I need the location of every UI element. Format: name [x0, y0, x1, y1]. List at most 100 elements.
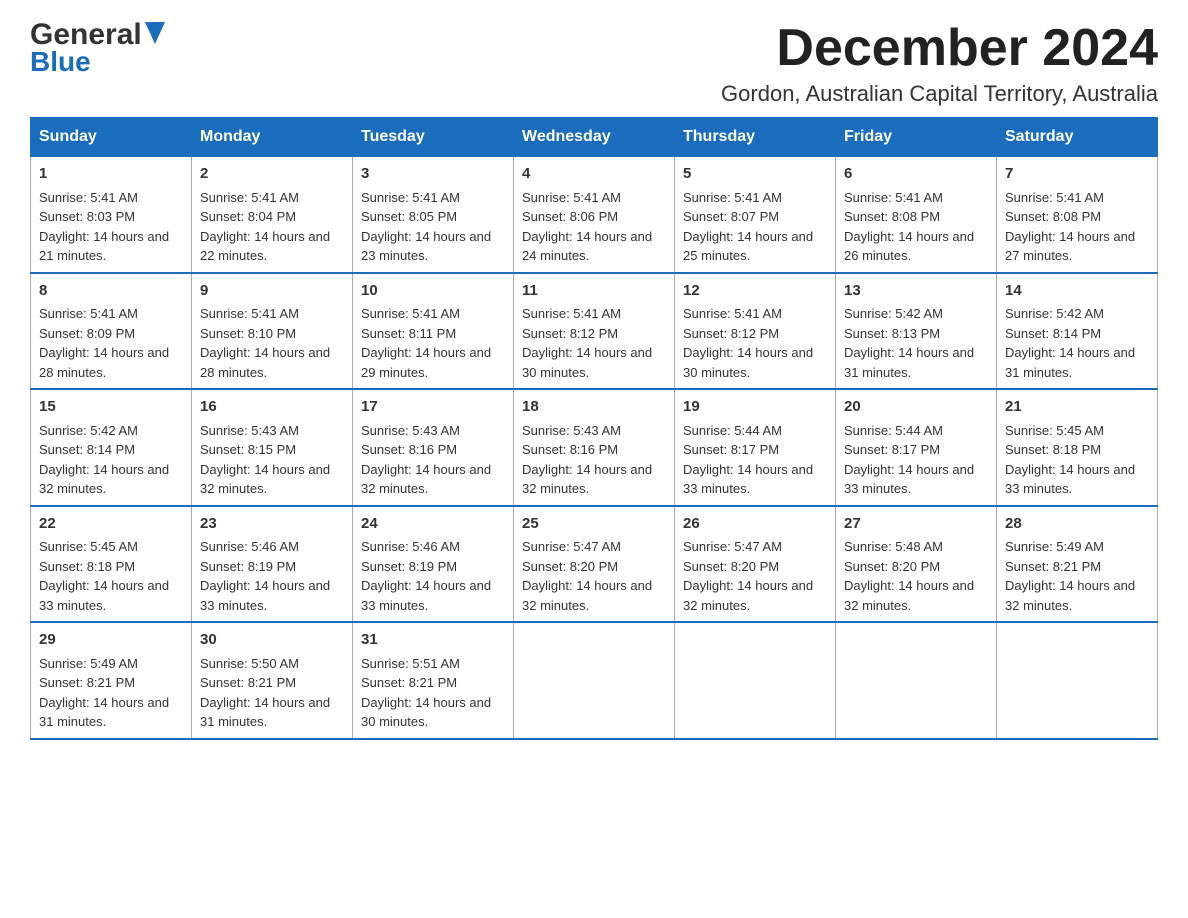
calendar-cell: 5Sunrise: 5:41 AMSunset: 8:07 PMDaylight… — [675, 157, 836, 273]
daylight-text: Daylight: 14 hours and 31 minutes. — [200, 695, 330, 730]
calendar-cell: 24Sunrise: 5:46 AMSunset: 8:19 PMDayligh… — [353, 506, 514, 623]
sunrise-text: Sunrise: 5:41 AM — [683, 306, 782, 321]
daylight-text: Daylight: 14 hours and 26 minutes. — [844, 229, 974, 264]
calendar-cell: 2Sunrise: 5:41 AMSunset: 8:04 PMDaylight… — [192, 157, 353, 273]
day-number: 30 — [200, 629, 344, 652]
sunset-text: Sunset: 8:05 PM — [361, 209, 457, 224]
daylight-text: Daylight: 14 hours and 30 minutes. — [361, 695, 491, 730]
sunrise-text: Sunrise: 5:42 AM — [39, 423, 138, 438]
calendar-week-2: 8Sunrise: 5:41 AMSunset: 8:09 PMDaylight… — [31, 273, 1158, 390]
daylight-text: Daylight: 14 hours and 32 minutes. — [1005, 578, 1135, 613]
sunset-text: Sunset: 8:21 PM — [1005, 559, 1101, 574]
daylight-text: Daylight: 14 hours and 33 minutes. — [39, 578, 169, 613]
sunset-text: Sunset: 8:17 PM — [844, 442, 940, 457]
sunrise-text: Sunrise: 5:41 AM — [683, 190, 782, 205]
sunrise-text: Sunrise: 5:41 AM — [39, 306, 138, 321]
day-number: 10 — [361, 280, 505, 303]
day-number: 13 — [844, 280, 988, 303]
day-number: 28 — [1005, 513, 1149, 536]
sunset-text: Sunset: 8:16 PM — [361, 442, 457, 457]
day-number: 23 — [200, 513, 344, 536]
sunset-text: Sunset: 8:14 PM — [1005, 326, 1101, 341]
calendar-cell: 27Sunrise: 5:48 AMSunset: 8:20 PMDayligh… — [836, 506, 997, 623]
weekday-header-sunday: Sunday — [31, 118, 192, 157]
day-number: 22 — [39, 513, 183, 536]
sunrise-text: Sunrise: 5:43 AM — [200, 423, 299, 438]
sunrise-text: Sunrise: 5:42 AM — [844, 306, 943, 321]
sunset-text: Sunset: 8:12 PM — [683, 326, 779, 341]
sunrise-text: Sunrise: 5:41 AM — [361, 306, 460, 321]
day-number: 24 — [361, 513, 505, 536]
day-number: 27 — [844, 513, 988, 536]
daylight-text: Daylight: 14 hours and 25 minutes. — [683, 229, 813, 264]
sunset-text: Sunset: 8:04 PM — [200, 209, 296, 224]
calendar-cell: 14Sunrise: 5:42 AMSunset: 8:14 PMDayligh… — [997, 273, 1158, 390]
sunset-text: Sunset: 8:15 PM — [200, 442, 296, 457]
daylight-text: Daylight: 14 hours and 21 minutes. — [39, 229, 169, 264]
sunset-text: Sunset: 8:06 PM — [522, 209, 618, 224]
daylight-text: Daylight: 14 hours and 23 minutes. — [361, 229, 491, 264]
calendar-cell: 12Sunrise: 5:41 AMSunset: 8:12 PMDayligh… — [675, 273, 836, 390]
calendar-cell: 26Sunrise: 5:47 AMSunset: 8:20 PMDayligh… — [675, 506, 836, 623]
calendar-cell — [836, 622, 997, 739]
daylight-text: Daylight: 14 hours and 31 minutes. — [844, 345, 974, 380]
sunrise-text: Sunrise: 5:44 AM — [683, 423, 782, 438]
sunset-text: Sunset: 8:19 PM — [200, 559, 296, 574]
calendar-cell: 21Sunrise: 5:45 AMSunset: 8:18 PMDayligh… — [997, 389, 1158, 506]
day-number: 15 — [39, 396, 183, 419]
calendar-cell: 20Sunrise: 5:44 AMSunset: 8:17 PMDayligh… — [836, 389, 997, 506]
logo-triangle-icon — [145, 22, 165, 48]
day-number: 26 — [683, 513, 827, 536]
day-number: 20 — [844, 396, 988, 419]
sunrise-text: Sunrise: 5:41 AM — [1005, 190, 1104, 205]
sunset-text: Sunset: 8:21 PM — [200, 675, 296, 690]
calendar-cell: 4Sunrise: 5:41 AMSunset: 8:06 PMDaylight… — [514, 157, 675, 273]
sunrise-text: Sunrise: 5:41 AM — [522, 190, 621, 205]
daylight-text: Daylight: 14 hours and 32 minutes. — [683, 578, 813, 613]
sunrise-text: Sunrise: 5:44 AM — [844, 423, 943, 438]
weekday-header-tuesday: Tuesday — [353, 118, 514, 157]
sunset-text: Sunset: 8:20 PM — [522, 559, 618, 574]
sunset-text: Sunset: 8:08 PM — [844, 209, 940, 224]
daylight-text: Daylight: 14 hours and 28 minutes. — [200, 345, 330, 380]
daylight-text: Daylight: 14 hours and 32 minutes. — [361, 462, 491, 497]
weekday-header-wednesday: Wednesday — [514, 118, 675, 157]
sunset-text: Sunset: 8:09 PM — [39, 326, 135, 341]
calendar-week-1: 1Sunrise: 5:41 AMSunset: 8:03 PMDaylight… — [31, 157, 1158, 273]
sunrise-text: Sunrise: 5:45 AM — [1005, 423, 1104, 438]
weekday-header-friday: Friday — [836, 118, 997, 157]
weekday-header-thursday: Thursday — [675, 118, 836, 157]
day-number: 5 — [683, 163, 827, 186]
calendar-cell: 7Sunrise: 5:41 AMSunset: 8:08 PMDaylight… — [997, 157, 1158, 273]
weekday-header-monday: Monday — [192, 118, 353, 157]
day-number: 21 — [1005, 396, 1149, 419]
logo-blue-text: Blue — [30, 46, 91, 78]
day-number: 18 — [522, 396, 666, 419]
daylight-text: Daylight: 14 hours and 31 minutes. — [39, 695, 169, 730]
daylight-text: Daylight: 14 hours and 22 minutes. — [200, 229, 330, 264]
sunrise-text: Sunrise: 5:45 AM — [39, 539, 138, 554]
sunset-text: Sunset: 8:20 PM — [683, 559, 779, 574]
calendar-cell: 13Sunrise: 5:42 AMSunset: 8:13 PMDayligh… — [836, 273, 997, 390]
page-header: General Blue December 2024 Gordon, Austr… — [30, 20, 1158, 107]
calendar-cell: 19Sunrise: 5:44 AMSunset: 8:17 PMDayligh… — [675, 389, 836, 506]
sunrise-text: Sunrise: 5:49 AM — [1005, 539, 1104, 554]
calendar-cell: 11Sunrise: 5:41 AMSunset: 8:12 PMDayligh… — [514, 273, 675, 390]
calendar-week-5: 29Sunrise: 5:49 AMSunset: 8:21 PMDayligh… — [31, 622, 1158, 739]
sunrise-text: Sunrise: 5:51 AM — [361, 656, 460, 671]
sunrise-text: Sunrise: 5:43 AM — [522, 423, 621, 438]
sunset-text: Sunset: 8:19 PM — [361, 559, 457, 574]
calendar-week-3: 15Sunrise: 5:42 AMSunset: 8:14 PMDayligh… — [31, 389, 1158, 506]
location-subtitle: Gordon, Australian Capital Territory, Au… — [721, 81, 1158, 107]
sunrise-text: Sunrise: 5:49 AM — [39, 656, 138, 671]
sunset-text: Sunset: 8:21 PM — [361, 675, 457, 690]
calendar-cell — [675, 622, 836, 739]
day-number: 17 — [361, 396, 505, 419]
sunset-text: Sunset: 8:12 PM — [522, 326, 618, 341]
daylight-text: Daylight: 14 hours and 32 minutes. — [200, 462, 330, 497]
calendar-cell: 31Sunrise: 5:51 AMSunset: 8:21 PMDayligh… — [353, 622, 514, 739]
daylight-text: Daylight: 14 hours and 27 minutes. — [1005, 229, 1135, 264]
sunrise-text: Sunrise: 5:41 AM — [200, 306, 299, 321]
calendar-cell — [997, 622, 1158, 739]
day-number: 11 — [522, 280, 666, 303]
